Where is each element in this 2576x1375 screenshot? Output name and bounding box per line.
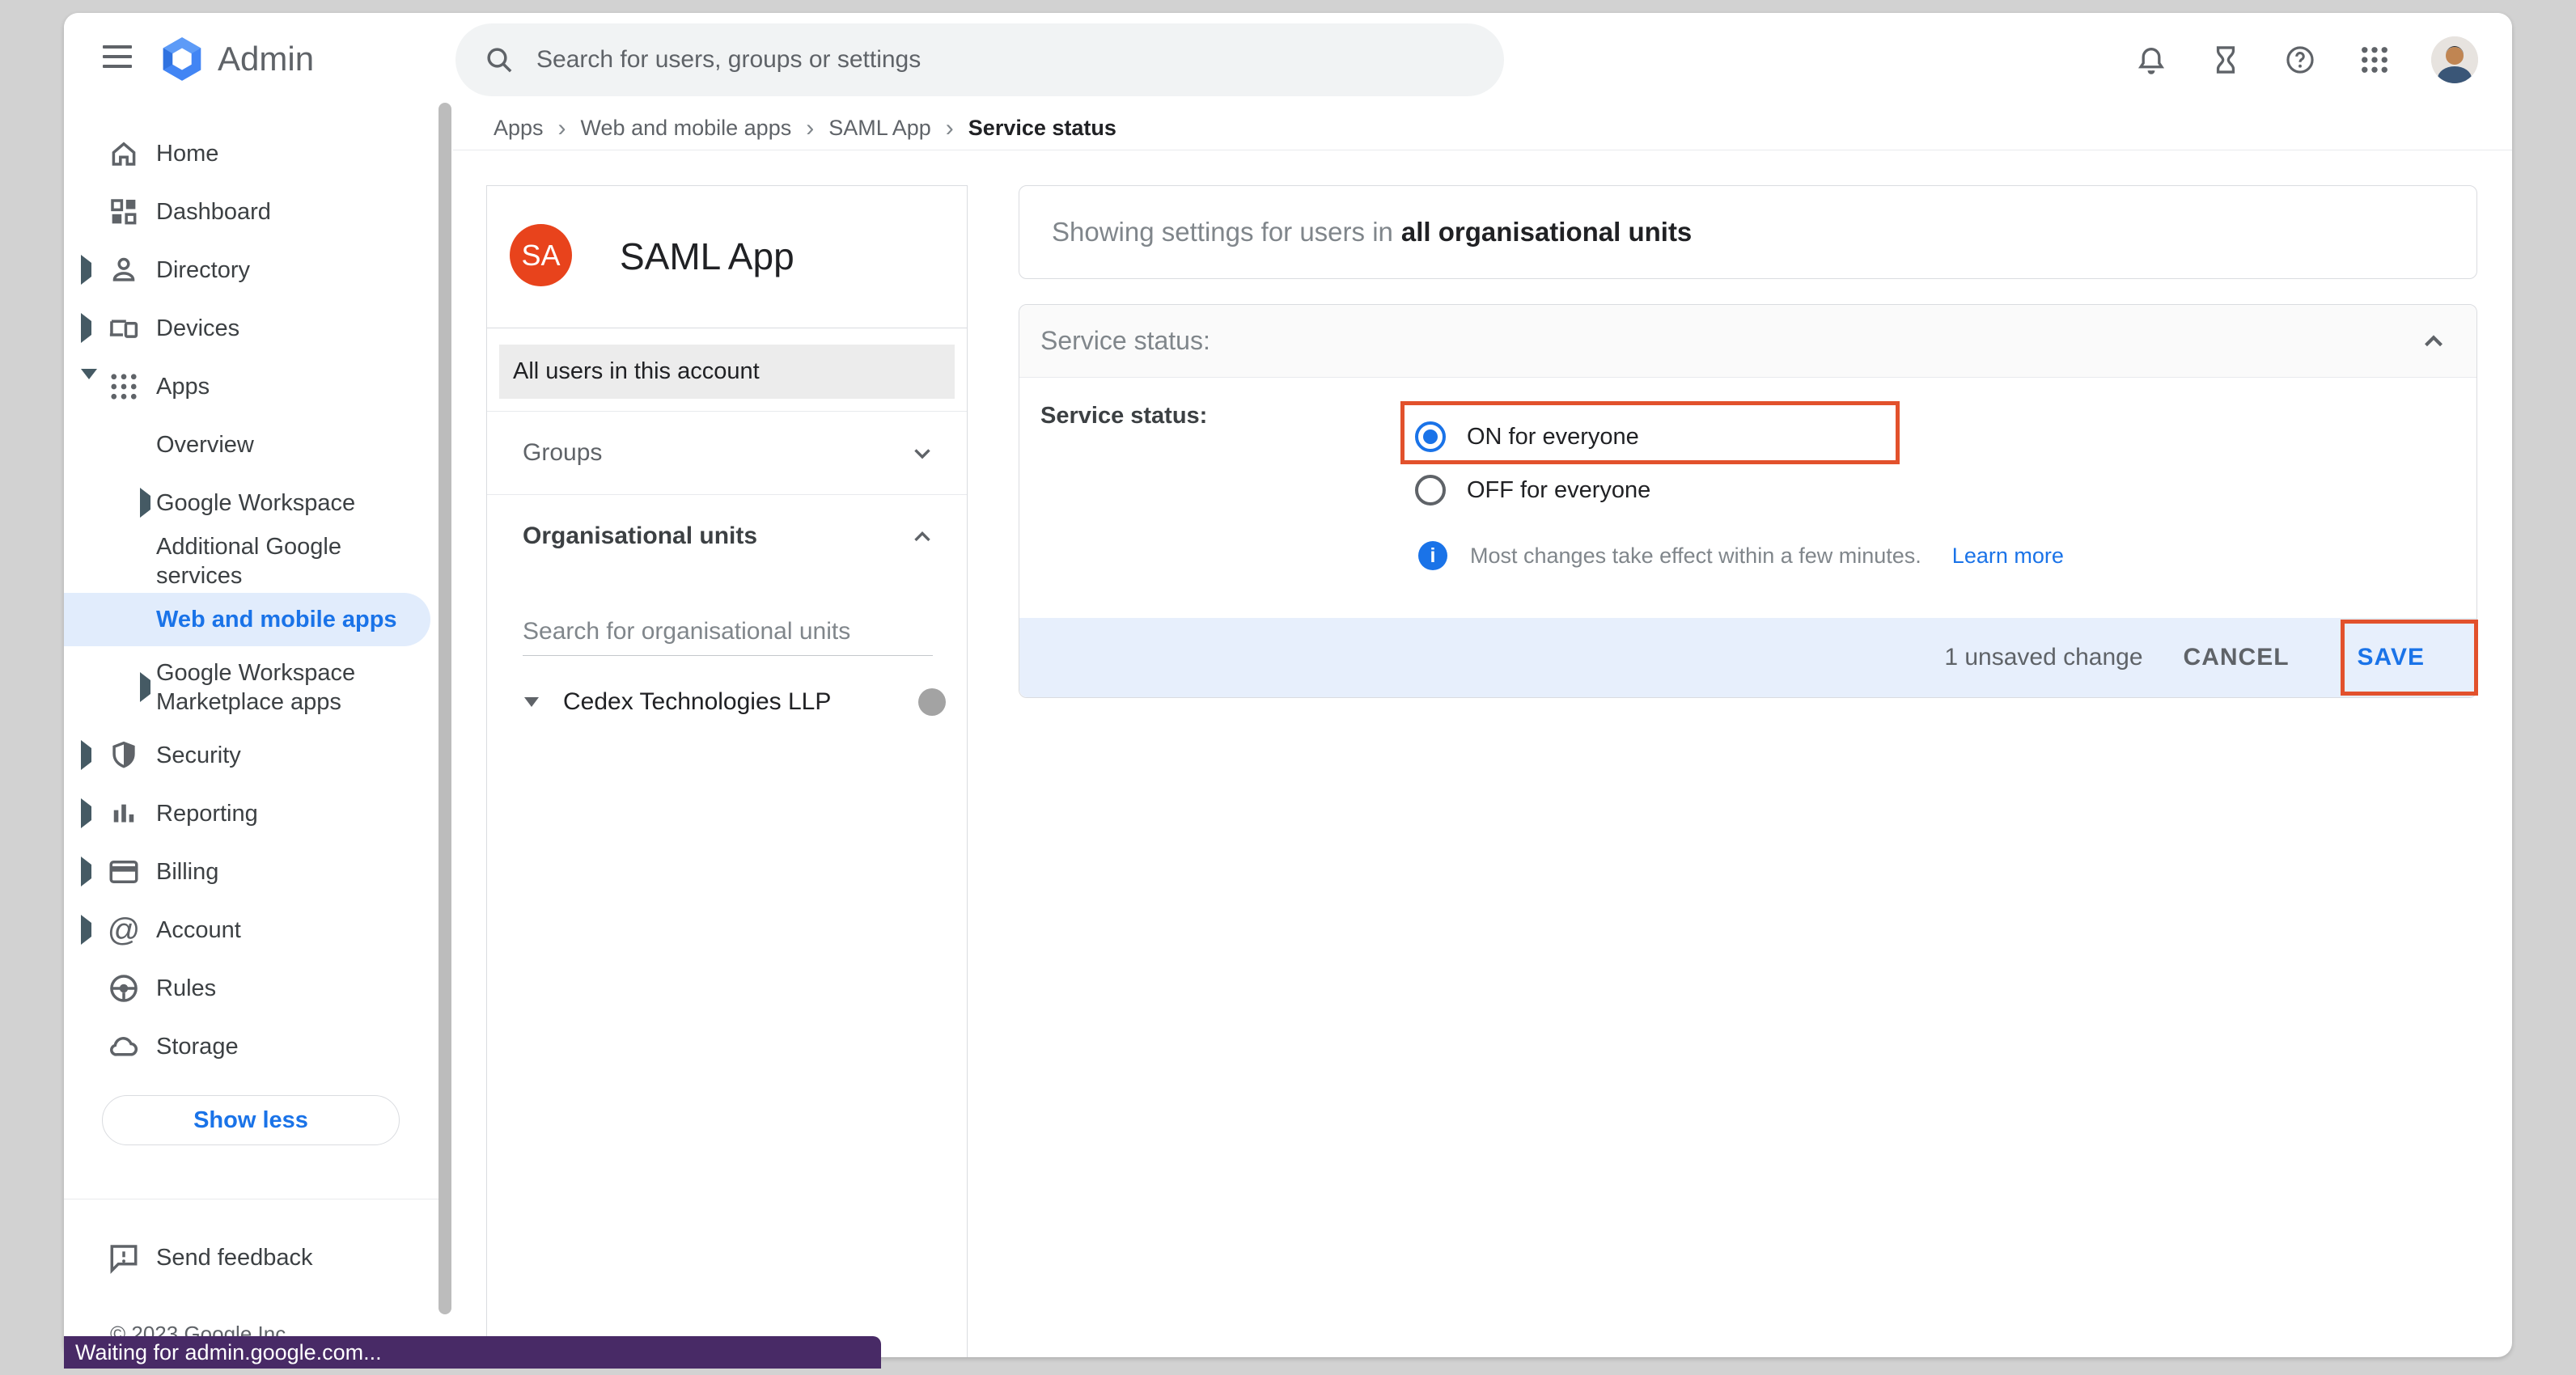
groups-section-toggle[interactable]: Groups	[487, 412, 967, 494]
radio-option-off[interactable]: OFF for everyone	[1415, 475, 1650, 506]
chevron-up-icon	[909, 522, 936, 550]
org-units-search-input[interactable]	[523, 613, 933, 656]
sidebar-item-home[interactable]: Home	[64, 125, 453, 183]
directory-person-icon	[106, 252, 142, 288]
collapse-down-icon[interactable]	[81, 379, 97, 394]
expand-right-icon[interactable]	[81, 321, 91, 336]
search-bar[interactable]	[455, 23, 1504, 96]
breadcrumb-web-and-mobile-apps[interactable]: Web and mobile apps	[581, 116, 792, 141]
app-header: SA SAML App	[487, 186, 967, 328]
org-unit-row[interactable]: Cedex Technologies LLP	[487, 677, 967, 727]
devices-icon	[106, 311, 142, 346]
breadcrumb: Apps › Web and mobile apps › SAML App › …	[453, 107, 2512, 150]
sidebar-item-additional-google-services[interactable]: Additional Google services	[64, 532, 453, 590]
account-at-icon: @	[106, 912, 142, 948]
send-feedback-button[interactable]: Send feedback	[64, 1226, 453, 1289]
all-users-scope-item[interactable]: All users in this account	[499, 345, 955, 399]
top-app-bar: Admin	[64, 13, 2512, 107]
sidebar-item-marketplace-apps[interactable]: Google Workspace Marketplace apps	[64, 649, 453, 726]
sidebar-item-overview[interactable]: Overview	[64, 416, 453, 474]
collapse-down-icon[interactable]	[524, 697, 539, 707]
show-less-button[interactable]: Show less	[102, 1095, 400, 1145]
org-unit-status-dot	[918, 688, 946, 716]
storage-cloud-icon	[106, 1029, 142, 1064]
sidebar-item-dashboard[interactable]: Dashboard	[64, 183, 453, 241]
browser-status-bar: Waiting for admin.google.com...	[64, 1336, 881, 1369]
expand-right-icon[interactable]	[140, 496, 150, 510]
reporting-chart-icon	[106, 796, 142, 831]
sidebar-item-security[interactable]: Security	[64, 726, 453, 785]
google-admin-logo[interactable]: Admin	[159, 36, 314, 82]
sidebar-item-directory[interactable]: Directory	[64, 241, 453, 299]
app-avatar: SA	[510, 224, 572, 286]
sidebar-navigation: Home Dashboard	[64, 107, 453, 1357]
sidebar-item-billing[interactable]: Billing	[64, 843, 453, 901]
sidebar-item-apps[interactable]: Apps	[64, 358, 453, 416]
sidebar-item-reporting[interactable]: Reporting	[64, 785, 453, 843]
product-name: Admin	[218, 40, 314, 78]
info-row: i Most changes take effect within a few …	[1418, 541, 2064, 570]
learn-more-link[interactable]: Learn more	[1952, 544, 2064, 569]
home-icon	[106, 136, 142, 171]
apps-nav-grid-icon	[106, 369, 142, 404]
expand-right-icon[interactable]	[81, 748, 91, 763]
service-status-card: Service status: Service status: ON for e…	[1019, 304, 2477, 698]
admin-console-window: Admin	[64, 13, 2512, 1357]
screen: Admin	[0, 0, 2576, 1375]
scope-prefix: Showing settings for users in	[1052, 217, 1393, 248]
chevron-down-icon	[909, 439, 936, 467]
admin-hexagon-logo-icon	[159, 36, 205, 82]
org-units-section-toggle[interactable]: Organisational units	[487, 495, 967, 578]
hourglass-tasks-icon[interactable]	[2208, 42, 2243, 78]
expand-right-icon[interactable]	[81, 865, 91, 879]
radio-option-on[interactable]: ON for everyone	[1415, 421, 1639, 452]
info-icon: i	[1418, 541, 1447, 570]
sidebar-item-devices[interactable]: Devices	[64, 299, 453, 358]
service-status-section-header[interactable]: Service status:	[1019, 305, 2476, 378]
saml-app-panel: SA SAML App All users in this account Gr…	[486, 185, 968, 1357]
scope-emphasis: all organisational units	[1401, 217, 1692, 248]
sidebar-item-web-and-mobile-apps[interactable]: Web and mobile apps	[64, 590, 453, 649]
apps-grid-icon[interactable]	[2357, 42, 2392, 78]
sidebar-item-google-workspace[interactable]: Google Workspace	[64, 474, 453, 532]
sidebar-item-storage[interactable]: Storage	[64, 1018, 453, 1076]
rules-wheel-icon	[106, 971, 142, 1006]
app-name: SAML App	[620, 235, 794, 278]
save-button[interactable]: SAVE	[2358, 644, 2425, 671]
breadcrumb-current: Service status	[968, 116, 1116, 141]
scope-heading-card: Showing settings for users in all organi…	[1019, 185, 2477, 279]
expand-right-icon[interactable]	[81, 806, 91, 821]
sidebar-item-rules[interactable]: Rules	[64, 959, 453, 1018]
feedback-icon	[106, 1240, 142, 1276]
service-status-field-label: Service status:	[1040, 403, 1207, 429]
sidebar-item-account[interactable]: @ Account	[64, 901, 453, 959]
save-footer-bar: 1 unsaved change CANCEL SAVE	[1019, 618, 2476, 697]
breadcrumb-separator-icon: ›	[804, 115, 816, 142]
breadcrumb-separator-icon: ›	[944, 115, 955, 142]
notifications-bell-icon[interactable]	[2133, 42, 2169, 78]
expand-right-icon[interactable]	[81, 923, 91, 937]
user-avatar[interactable]	[2431, 36, 2478, 83]
radio-unselected-icon[interactable]	[1415, 475, 1446, 506]
search-input[interactable]	[536, 46, 1477, 74]
help-icon[interactable]	[2282, 42, 2318, 78]
radio-selected-icon[interactable]	[1415, 421, 1446, 452]
sidebar-scrollbar[interactable]	[439, 103, 451, 1314]
security-shield-icon	[106, 738, 142, 773]
expand-right-icon[interactable]	[140, 680, 150, 695]
unsaved-changes-text: 1 unsaved change	[1944, 644, 2142, 671]
breadcrumb-saml-app[interactable]: SAML App	[828, 116, 931, 141]
dashboard-icon	[106, 194, 142, 230]
collapse-section-chevron-up-icon[interactable]	[2418, 326, 2449, 357]
hamburger-menu-icon[interactable]	[103, 45, 132, 74]
cancel-button[interactable]: CANCEL	[2184, 644, 2290, 671]
breadcrumb-apps[interactable]: Apps	[494, 116, 544, 141]
top-bar-actions	[2133, 13, 2512, 107]
expand-right-icon[interactable]	[81, 263, 91, 277]
billing-card-icon	[106, 854, 142, 890]
search-icon	[483, 44, 515, 76]
breadcrumb-separator-icon: ›	[557, 115, 568, 142]
